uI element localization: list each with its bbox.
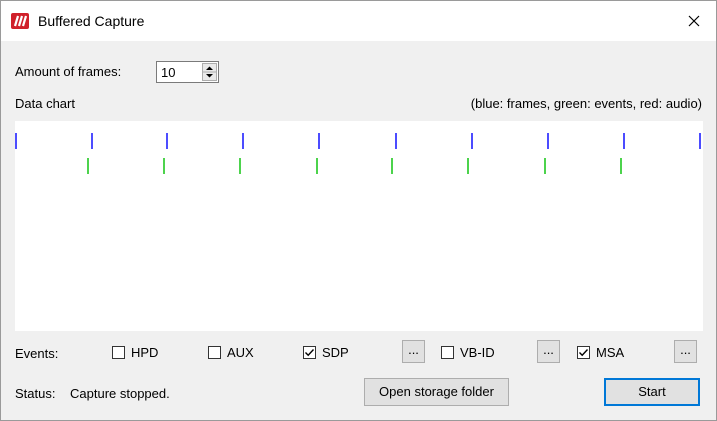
data-chart — [15, 121, 703, 331]
status-label: Status: — [15, 386, 56, 401]
sdp-options-button[interactable]: ... — [402, 340, 425, 363]
close-icon[interactable] — [672, 1, 716, 41]
vbid-options-button[interactable]: ... — [537, 340, 560, 363]
checkbox-label: AUX — [227, 344, 254, 360]
checkbox-aux[interactable]: AUX — [208, 343, 254, 361]
checkbox-hpd[interactable]: HPD — [112, 343, 158, 361]
open-storage-folder-button[interactable]: Open storage folder — [364, 378, 509, 406]
msa-options-button[interactable]: ... — [674, 340, 697, 363]
frames-label: Amount of frames: — [15, 64, 122, 79]
check-icon — [305, 348, 315, 356]
checkbox-box[interactable] — [208, 345, 221, 359]
spin-updown-icon[interactable] — [202, 63, 217, 81]
app-logo-icon — [11, 13, 29, 29]
window-title: Buffered Capture — [38, 13, 145, 29]
checkbox-box[interactable] — [112, 345, 125, 359]
frames-stepper[interactable]: 10 — [156, 61, 219, 83]
checkbox-sdp[interactable]: SDP — [303, 343, 349, 361]
checkbox-vbid[interactable]: VB-ID — [441, 343, 495, 361]
events-label: Events: — [15, 346, 59, 361]
chart-legend: (blue: frames, green: events, red: audio… — [470, 96, 702, 111]
start-button[interactable]: Start — [604, 378, 700, 406]
title-bar: Buffered Capture — [1, 1, 716, 41]
checkbox-msa[interactable]: MSA — [577, 343, 624, 361]
checkbox-label: HPD — [131, 344, 159, 360]
checkbox-label: MSA — [596, 344, 625, 360]
checkbox-label: SDP — [322, 344, 349, 360]
checkbox-box[interactable] — [303, 345, 316, 359]
checkbox-box[interactable] — [441, 345, 454, 359]
checkbox-label: VB-ID — [460, 344, 495, 360]
check-icon — [579, 348, 589, 356]
status-text: Capture stopped. — [70, 386, 170, 401]
data-chart-svg — [15, 133, 701, 174]
buffered-capture-window: Buffered Capture Amount of frames: 10 Da… — [0, 0, 717, 421]
frames-value[interactable]: 10 — [161, 65, 175, 80]
checkbox-box[interactable] — [577, 345, 590, 359]
chart-label: Data chart — [15, 96, 75, 111]
